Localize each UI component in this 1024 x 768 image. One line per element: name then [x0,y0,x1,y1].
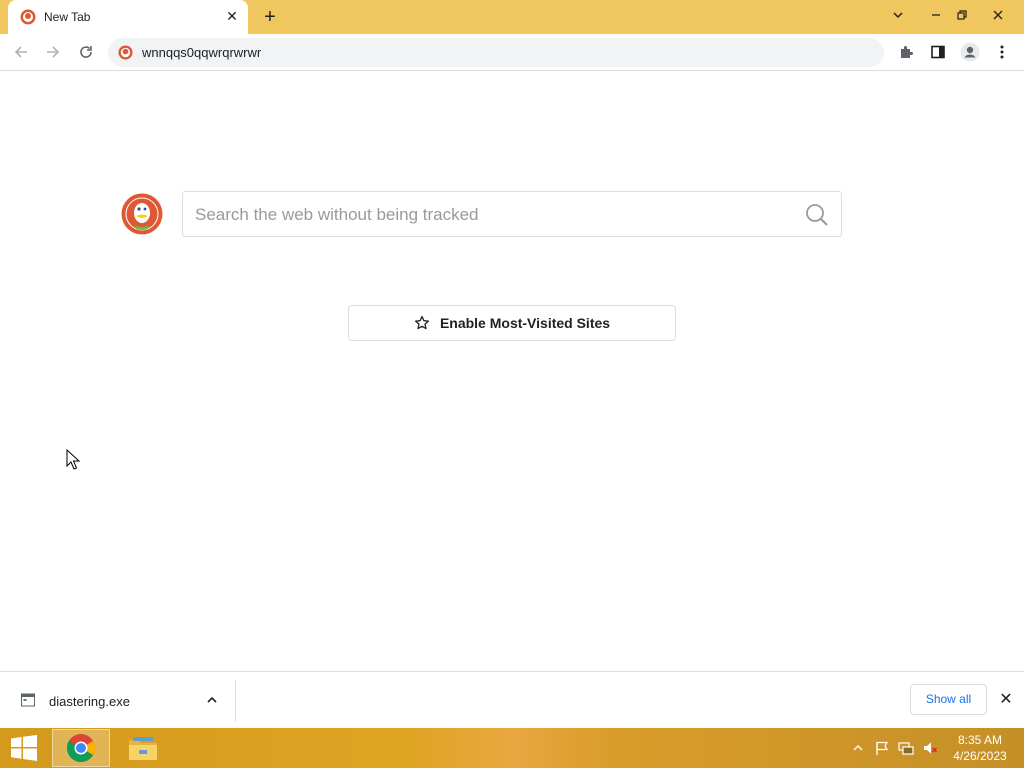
mouse-cursor-icon [66,449,80,470]
search-input[interactable] [195,204,785,226]
enable-most-visited-button[interactable]: Enable Most-Visited Sites [348,305,676,341]
address-bar-url: wnnqqs0qqwrqrwrwr [142,45,262,60]
download-bar-close-icon[interactable]: ✕ [996,690,1016,710]
search-icon[interactable] [805,203,829,227]
tab-close-icon[interactable]: ✕ [224,8,240,24]
back-icon[interactable] [9,40,33,64]
chrome-icon[interactable] [52,729,110,767]
file-explorer-icon[interactable] [118,729,168,767]
address-bar[interactable]: wnnqqs0qqwrqrwrwr [108,38,884,67]
profile-icon[interactable] [958,40,982,64]
tab-search-chevron-down-icon[interactable] [884,2,912,30]
clock-time: 8:35 AM [957,733,1003,747]
windows-taskbar: 8:35 AM 4/26/2023 [0,728,1024,768]
clock-date: 4/26/2023 [953,749,1007,763]
forward-icon[interactable] [41,40,65,64]
duckduckgo-site-icon [118,45,133,60]
network-icon[interactable] [898,740,914,756]
new-tab-page: Enable Most-Visited Sites [0,71,1024,671]
executable-file-icon [21,693,35,707]
enable-most-visited-label: Enable Most-Visited Sites [439,315,611,331]
restore-icon[interactable] [948,2,976,30]
search-box[interactable] [182,191,842,237]
download-bar: diastering.exe Show all ✕ [0,671,1024,728]
action-center-flag-icon[interactable] [874,740,890,756]
minimize-icon[interactable] [922,2,950,30]
star-icon [414,315,429,330]
menu-icon[interactable] [990,40,1014,64]
window-close-icon[interactable] [984,2,1012,30]
new-tab-button[interactable]: + [258,5,282,29]
chevron-up-icon[interactable] [204,692,220,708]
tray-chevron-icon[interactable] [850,740,866,756]
windows-start-icon[interactable] [4,732,44,764]
download-item[interactable]: diastering.exe [0,680,236,722]
tab-title: New Tab [44,10,91,24]
browser-toolbar: wnnqqs0qqwrqrwrwr [0,34,1024,71]
tab-new-tab[interactable]: New Tab ✕ [8,0,248,34]
show-all-button[interactable]: Show all [910,684,987,715]
extensions-icon[interactable] [894,40,918,64]
side-panel-icon[interactable] [926,40,950,64]
system-clock[interactable]: 8:35 AM 4/26/2023 [944,732,1016,764]
duckduckgo-icon [20,9,36,25]
reload-icon[interactable] [74,40,98,64]
download-file-name: diastering.exe [49,694,130,709]
volume-muted-icon[interactable] [922,740,938,756]
tab-strip: New Tab ✕ + [0,0,1024,34]
duckduckgo-logo[interactable] [121,193,163,235]
